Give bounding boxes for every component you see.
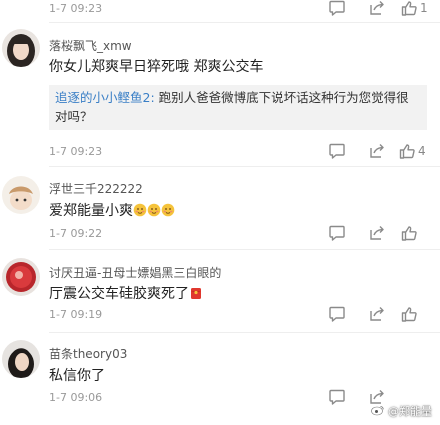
divider xyxy=(49,332,440,333)
comment-item: 1-7 09:23 1 xyxy=(0,0,440,22)
comment-username[interactable]: 落桜飘飞_xmw xyxy=(49,37,132,54)
comment-username[interactable]: 浮世三千222222 xyxy=(49,180,143,197)
share-icon[interactable] xyxy=(368,305,386,323)
like-count: 1 xyxy=(420,1,428,15)
divider xyxy=(49,249,440,250)
thumbs-up-icon[interactable] xyxy=(398,142,416,160)
comment-time: 1-7 09:06 xyxy=(49,391,103,404)
comment-icon[interactable] xyxy=(328,388,346,406)
comment-time: 1-7 09:22 xyxy=(49,227,103,240)
avatar[interactable] xyxy=(2,258,40,296)
avatar[interactable] xyxy=(2,176,40,214)
weibo-logo-icon xyxy=(371,404,385,419)
comment-text: 厅震公交车硅胶爽死了 xyxy=(49,283,203,304)
watermark: @郑能量 xyxy=(371,403,432,419)
quote-author[interactable]: 追逐的小小鲣鱼2: xyxy=(55,90,155,105)
share-icon[interactable] xyxy=(368,0,386,17)
comment-icon[interactable] xyxy=(328,224,346,242)
watermark-text: @郑能量 xyxy=(388,405,432,418)
comment-username[interactable]: 讨厌丑逼-丑母士嫖娼黑三白眼的 xyxy=(49,264,221,281)
divider xyxy=(49,166,440,167)
share-icon[interactable] xyxy=(368,224,386,242)
share-icon[interactable] xyxy=(368,142,386,160)
comment-time: 1-7 09:23 xyxy=(49,2,103,15)
blush-emoji-icon xyxy=(147,203,161,221)
comment-username[interactable]: 苗条theory03 xyxy=(49,345,127,362)
avatar[interactable] xyxy=(2,29,40,67)
comment-icon[interactable] xyxy=(328,0,346,17)
comment-text: 爱郑能量小爽 xyxy=(49,200,175,221)
red-envelope-emoji-icon xyxy=(189,286,203,304)
like-count: 4 xyxy=(418,144,426,158)
comment-icon[interactable] xyxy=(328,142,346,160)
quoted-reply: 追逐的小小鲣鱼2: 跑别人爸爸微博底下说坏话这种行为您觉得很对吗？ xyxy=(49,85,427,130)
comment-time: 1-7 09:19 xyxy=(49,308,103,321)
avatar[interactable] xyxy=(2,340,40,378)
blush-emoji-icon xyxy=(133,203,147,221)
comment-icon[interactable] xyxy=(328,305,346,323)
comment-text: 私信你了 xyxy=(49,368,105,384)
thumbs-up-icon[interactable] xyxy=(400,0,418,17)
comment-text: 你女儿郑爽早日猝死哦 郑爽公交车 xyxy=(49,59,264,75)
blush-emoji-icon xyxy=(161,203,175,221)
thumbs-up-icon[interactable] xyxy=(400,224,418,242)
divider xyxy=(49,22,440,23)
thumbs-up-icon[interactable] xyxy=(400,305,418,323)
comment-time: 1-7 09:23 xyxy=(49,145,103,158)
